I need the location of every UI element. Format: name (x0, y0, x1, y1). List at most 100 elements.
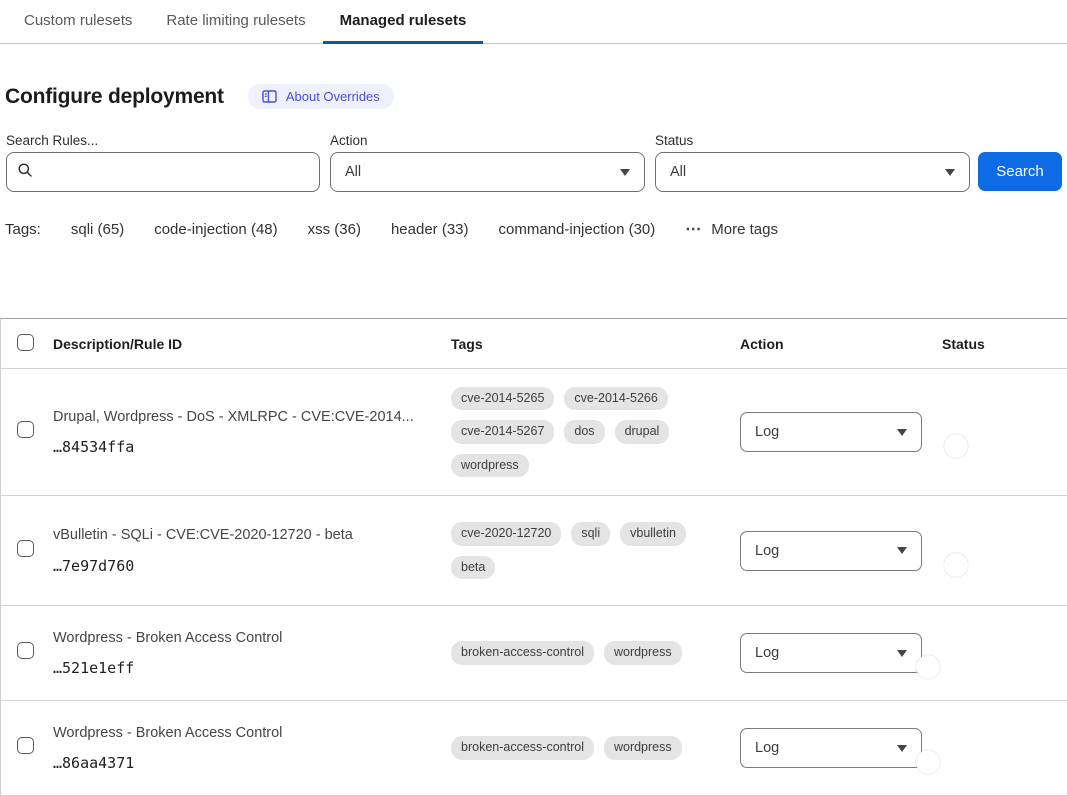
toggle-knob (916, 750, 940, 774)
tag-pill: dos (564, 420, 604, 444)
rule-action-cell: Log (740, 728, 942, 768)
table-header-row: Description/Rule ID Tags Action Status (1, 319, 1067, 369)
toggle-state-icon: ✕ (922, 544, 933, 557)
filter-bar: Search Rules... Action Status All All Se… (0, 133, 1067, 195)
status-filter-value: All (670, 164, 686, 180)
tab-managed-rulesets[interactable]: Managed rulesets (323, 0, 484, 44)
table-row: Drupal, Wordpress - DoS - XMLRPC - CVE:C… (1, 369, 1067, 496)
column-header-description: Description/Rule ID (53, 336, 451, 352)
rule-tags-cell: broken-access-control wordpress (451, 736, 740, 760)
tag-pill: cve-2020-12720 (451, 522, 561, 546)
tag-filter[interactable]: xss (36) (308, 221, 361, 238)
page-title: Configure deployment (5, 85, 224, 109)
tag-pill: broken-access-control (451, 736, 594, 760)
tag-filter[interactable]: sqli (65) (71, 221, 124, 238)
action-select[interactable]: Log (740, 728, 922, 768)
rules-table: Description/Rule ID Tags Action Status D… (0, 318, 1067, 796)
rule-description-cell: Drupal, Wordpress - DoS - XMLRPC - CVE:C… (53, 408, 451, 456)
tag-pill: sqli (571, 522, 610, 546)
rule-title: Wordpress - Broken Access Control (53, 724, 421, 742)
tab-bar: Custom rulesetsRate limiting rulesetsMan… (0, 0, 1067, 44)
rule-action-cell: Log (740, 412, 942, 452)
tag-pill: wordpress (604, 641, 682, 665)
column-header-status: Status (942, 336, 1067, 352)
tag-pill: cve-2014-5265 (451, 387, 554, 411)
row-checkbox[interactable] (17, 642, 34, 659)
search-rules-label: Search Rules... (6, 133, 98, 148)
tag-pill: wordpress (451, 454, 529, 478)
action-filter-value: All (345, 164, 361, 180)
book-icon (262, 90, 277, 103)
action-select-value: Log (755, 740, 779, 756)
rule-description-cell: vBulletin - SQLi - CVE:CVE-2020-12720 - … (53, 526, 451, 574)
tag-filter-list: sqli (65) code-injection (48) xss (36) head… (71, 221, 655, 238)
action-select[interactable]: Log (740, 412, 922, 452)
search-button[interactable]: Search (978, 152, 1062, 191)
tags-bar: Tags: sqli (65) code-injection (48) xss (3… (5, 221, 778, 238)
chevron-down-icon (897, 547, 907, 554)
rule-title: Drupal, Wordpress - DoS - XMLRPC - CVE:C… (53, 408, 421, 426)
tag-pill: beta (451, 556, 495, 580)
status-filter-select[interactable]: All (655, 152, 970, 192)
table-row: vBulletin - SQLi - CVE:CVE-2020-12720 - … (1, 496, 1067, 606)
action-filter-select[interactable]: All (330, 152, 645, 192)
toggle-state-icon: ✓ (950, 647, 961, 660)
tag-pill: vbulletin (620, 522, 686, 546)
toggle-knob (944, 553, 968, 577)
rule-description-cell: Wordpress - Broken Access Control …521e1… (53, 629, 451, 677)
search-icon (17, 162, 33, 183)
tag-filter[interactable]: header (33) (391, 221, 469, 238)
rule-id: …84534ffa (53, 438, 421, 456)
about-overrides-label: About Overrides (286, 89, 380, 104)
row-checkbox[interactable] (17, 540, 34, 557)
column-header-tags: Tags (451, 336, 740, 352)
chevron-down-icon (945, 169, 955, 176)
more-tags-label: More tags (711, 221, 778, 238)
action-select[interactable]: Log (740, 633, 922, 673)
tab-rate-limiting-rulesets[interactable]: Rate limiting rulesets (149, 0, 322, 44)
rule-tags-cell: broken-access-control wordpress (451, 641, 740, 665)
more-tags-button[interactable]: ⋯ More tags (685, 221, 778, 238)
rule-description-cell: Wordpress - Broken Access Control …86aa4… (53, 724, 451, 772)
tags-bar-label: Tags: (5, 221, 41, 238)
tag-pill: cve-2014-5267 (451, 420, 554, 444)
tag-filter[interactable]: code-injection (48) (154, 221, 277, 238)
toggle-knob (916, 655, 940, 679)
table-row: Wordpress - Broken Access Control …86aa4… (1, 701, 1067, 796)
about-overrides-link[interactable]: About Overrides (248, 84, 394, 109)
tag-pill: wordpress (604, 736, 682, 760)
heading-row: Configure deployment About Overrides (5, 84, 394, 109)
rule-id: …7e97d760 (53, 557, 421, 575)
select-all-checkbox[interactable] (17, 334, 34, 351)
rule-title: Wordpress - Broken Access Control (53, 629, 421, 647)
tag-pill: drupal (615, 420, 670, 444)
toggle-state-icon: ✕ (922, 426, 933, 439)
tag-pill: broken-access-control (451, 641, 594, 665)
more-dots-icon: ⋯ (685, 222, 702, 238)
chevron-down-icon (897, 745, 907, 752)
tag-filter[interactable]: command-injection (30) (499, 221, 656, 238)
table-body: Drupal, Wordpress - DoS - XMLRPC - CVE:C… (1, 369, 1067, 796)
rule-id: …86aa4371 (53, 754, 421, 772)
row-checkbox[interactable] (17, 737, 34, 754)
rule-title: vBulletin - SQLi - CVE:CVE-2020-12720 - … (53, 526, 421, 544)
action-label: Action (330, 133, 368, 148)
rule-action-cell: Log (740, 531, 942, 571)
status-label: Status (655, 133, 693, 148)
rule-id: …521e1eff (53, 659, 421, 677)
rule-tags-cell: cve-2014-5265cve-2014-5266cve-2014-5267d… (451, 387, 740, 478)
chevron-down-icon (897, 429, 907, 436)
action-select-value: Log (755, 424, 779, 440)
action-select-value: Log (755, 645, 779, 661)
table-row: Wordpress - Broken Access Control …521e1… (1, 606, 1067, 701)
toggle-knob (944, 434, 968, 458)
rule-tags-cell: cve-2020-12720 sqli vbulletin beta (451, 522, 740, 579)
chevron-down-icon (620, 169, 630, 176)
action-select[interactable]: Log (740, 531, 922, 571)
toggle-state-icon: ✓ (950, 742, 961, 755)
search-input[interactable] (41, 163, 309, 181)
tab-custom-rulesets[interactable]: Custom rulesets (7, 0, 149, 44)
rule-action-cell: Log (740, 633, 942, 673)
row-checkbox[interactable] (17, 421, 34, 438)
search-field (6, 152, 320, 192)
